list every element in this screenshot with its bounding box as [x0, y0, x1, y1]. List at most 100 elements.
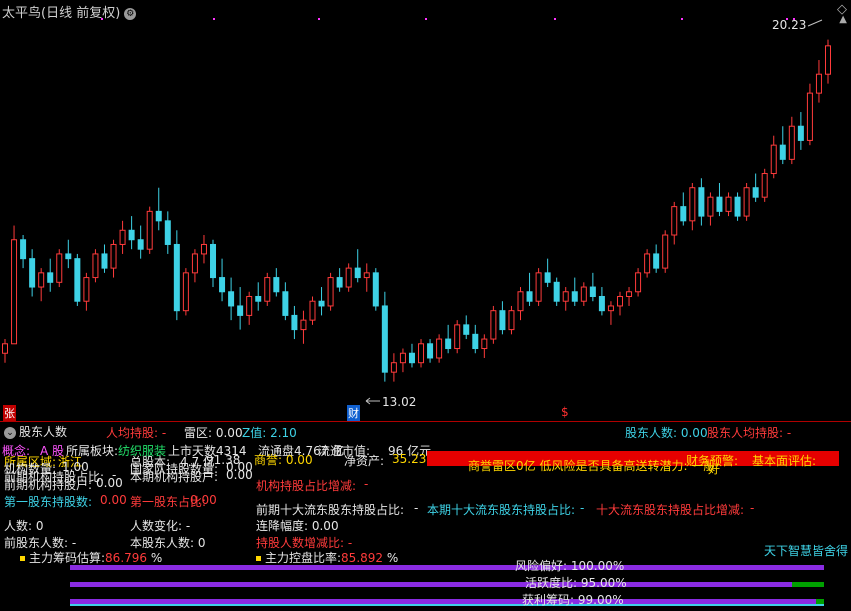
- candle-body: [825, 45, 831, 75]
- candle-body: [318, 300, 325, 307]
- prev-inst-holders-label: 前期机构持股户:: [4, 478, 93, 492]
- candle-body: [571, 291, 578, 302]
- candle-body: [336, 277, 343, 288]
- curr-top10-value: -: [580, 501, 585, 515]
- candle-body: [381, 305, 388, 373]
- candle-body: [137, 239, 144, 250]
- prev-top10-value: -: [414, 501, 419, 515]
- top-dot: [554, 18, 556, 20]
- candle-body: [408, 352, 415, 364]
- candle-body: [472, 333, 479, 350]
- candle-body: [752, 187, 759, 198]
- candle-body: [806, 92, 813, 141]
- candle-body: [273, 277, 280, 293]
- per-capita-label: 人均持股: -: [106, 426, 167, 440]
- candle-body: [445, 338, 452, 350]
- risk-preference-bar: [70, 565, 824, 570]
- candle-body: [74, 258, 81, 302]
- panel-separator: [0, 421, 851, 422]
- top-dot: [213, 18, 215, 20]
- curr-top10-label: 本期十大流东股东持股占比:: [427, 503, 576, 517]
- chevron-down-icon[interactable]: ⌄: [4, 426, 16, 439]
- candlestick-chart-panel[interactable]: 太平鸟(日线 前复权) ⚙ ◇ ▲ 20.23 13.02 张 财 $: [0, 0, 851, 421]
- top-holder-shares-label: 第一股东持股数:: [4, 495, 93, 509]
- candle-body: [562, 291, 569, 302]
- candle-body: [228, 291, 235, 307]
- inst-ratio-change-value: -: [364, 477, 369, 491]
- candle-body: [653, 253, 660, 269]
- curr-inst-holders-value: 0.00: [226, 468, 253, 482]
- per-capita-right: 股东人均持股: -: [707, 426, 792, 440]
- candle-body: [237, 305, 244, 316]
- candle-body: [526, 291, 533, 302]
- candle-body: [797, 125, 804, 141]
- chip-estimate-label: 主力筹码估算:: [29, 551, 106, 565]
- candle-body: [327, 277, 334, 307]
- consecutive-drop: 连降幅度: 0.00: [256, 519, 339, 533]
- candle-body: [490, 310, 497, 340]
- top-dot: [318, 18, 320, 20]
- candle-body: [83, 277, 90, 302]
- candle-body: [173, 243, 180, 312]
- bottom-cyan-line: [70, 604, 824, 606]
- caret-up-icon[interactable]: ▲: [839, 14, 847, 25]
- fundamental-eval-label: 基本面评估:: [752, 454, 817, 468]
- candle-body: [481, 338, 488, 350]
- holder-count: 人数: 0: [4, 519, 44, 533]
- top-holder-shares-value: 0.00: [100, 493, 127, 507]
- candle-body: [128, 229, 135, 241]
- candle-body: [110, 243, 117, 269]
- control-ratio-unit: %: [386, 551, 399, 565]
- candle-body: [92, 253, 99, 279]
- candle-body: [770, 144, 777, 175]
- z-value: Z值: 2.10: [242, 426, 297, 440]
- candle-body: [508, 310, 515, 331]
- chip-estimate-value: 86.796: [105, 551, 148, 565]
- activity-bar-remainder: [792, 582, 824, 587]
- candle-body: [291, 314, 298, 331]
- cai-marker[interactable]: 财: [347, 405, 360, 421]
- candle-body: [463, 324, 470, 335]
- candle-body: [20, 239, 27, 260]
- candle-body: [146, 210, 153, 250]
- financial-good-value: 好: [708, 462, 721, 476]
- lei-qu-value: 雷区: 0.00: [184, 426, 243, 440]
- chart-title: 太平鸟(日线 前复权) ⚙: [2, 2, 137, 21]
- candle-body: [626, 291, 633, 297]
- candle-body: [200, 243, 207, 255]
- candle-body: [589, 286, 596, 297]
- top10-change-label: 十大流东股东持股占比增减:: [596, 503, 745, 517]
- dollar-marker[interactable]: $: [561, 405, 569, 419]
- profit-chip-label: 获利筹码: 99.00%: [522, 593, 624, 607]
- candle-body: [2, 343, 8, 354]
- candle-body: [38, 272, 45, 288]
- candle-body: [535, 272, 542, 302]
- inst-ratio-change-label: 机构持股占比增减:: [256, 479, 357, 493]
- candle-body: [390, 362, 397, 373]
- goodwill-value: 商誉: 0.00: [254, 453, 313, 467]
- candle-body: [282, 291, 289, 316]
- candle-body: [716, 196, 723, 212]
- low-price-label: 13.02: [382, 395, 417, 409]
- candle-body: [499, 310, 506, 331]
- candle-body: [264, 277, 271, 302]
- candle-body: [155, 210, 162, 222]
- candle-body: [689, 187, 696, 222]
- max-pointer: [807, 19, 823, 27]
- candle-body: [300, 319, 307, 331]
- candle-body: [644, 253, 651, 274]
- holder-change: 人数变化: -: [130, 519, 191, 533]
- activity-label: 活跃度比: 95.00%: [525, 576, 627, 590]
- candle-body: [698, 187, 705, 217]
- top-dot: [681, 18, 683, 20]
- net-assets-value: 35.23: [392, 452, 427, 466]
- zhang-marker[interactable]: 张: [3, 405, 16, 421]
- stock-title: 太平鸟(日线 前复权): [2, 6, 121, 21]
- indicator-selector[interactable]: ⌄ 股东人数: [4, 423, 67, 440]
- candle-body: [345, 267, 352, 288]
- candle-body: [119, 229, 126, 245]
- brand-slogan: 天下智慧皆舍得: [764, 544, 849, 558]
- candle-body: [662, 234, 669, 269]
- top-holder-ratio-value: 0.00: [190, 493, 217, 507]
- settings-icon[interactable]: ⚙: [124, 7, 137, 20]
